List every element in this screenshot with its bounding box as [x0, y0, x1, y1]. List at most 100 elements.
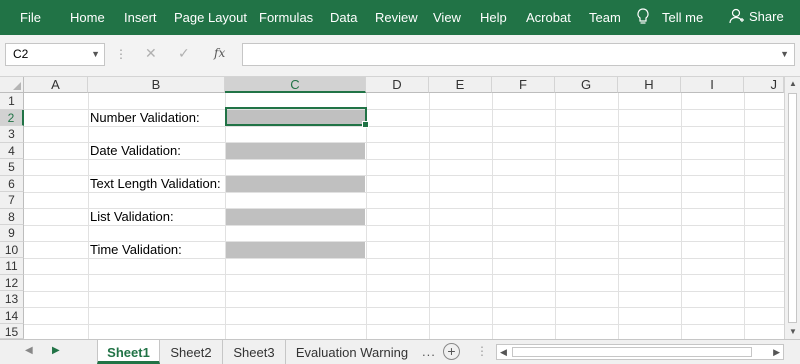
- gridline: [492, 93, 493, 339]
- column-header-e[interactable]: E: [429, 77, 492, 93]
- sheet-tab-sheet2[interactable]: Sheet2: [160, 340, 223, 364]
- sheet-tab-sheet3[interactable]: Sheet3: [223, 340, 286, 364]
- ribbon-tab-acrobat[interactable]: Acrobat: [526, 10, 571, 25]
- gridline: [24, 290, 784, 292]
- ribbon-tab-insert[interactable]: Insert: [124, 10, 157, 25]
- horizontal-scrollbar[interactable]: ◀ ▶: [496, 344, 784, 360]
- cell-b4[interactable]: Date Validation:: [90, 143, 181, 158]
- gridline: [24, 125, 784, 127]
- ribbon-tab-bar: File Home Insert Page Layout Formulas Da…: [0, 0, 800, 35]
- column-header-c[interactable]: C: [225, 77, 366, 93]
- person-icon: [729, 8, 745, 24]
- sheet-tab-evaluation-warning[interactable]: Evaluation Warning: [286, 340, 418, 364]
- insert-function-button[interactable]: fx: [214, 46, 225, 60]
- vertical-scroll-thumb[interactable]: [788, 93, 797, 323]
- gridline: [88, 93, 89, 339]
- gridline: [24, 158, 784, 160]
- enter-icon[interactable]: ✓: [178, 45, 190, 62]
- cell-b6[interactable]: Text Length Validation:: [90, 176, 221, 191]
- row-header-11[interactable]: 11: [0, 258, 24, 275]
- gridline: [744, 93, 745, 339]
- scroll-down-icon[interactable]: ▼: [789, 327, 797, 336]
- active-cell-selection[interactable]: [225, 107, 369, 128]
- cancel-icon[interactable]: ✕: [145, 45, 157, 62]
- column-header-f[interactable]: F: [492, 77, 555, 93]
- chevron-down-icon[interactable]: ▼: [91, 49, 100, 59]
- share-label: Share: [749, 8, 784, 24]
- gridline: [24, 224, 784, 226]
- row-header-13[interactable]: 13: [0, 291, 24, 308]
- add-sheet-button[interactable]: +: [443, 343, 460, 360]
- vertical-dots-icon[interactable]: ⋮: [476, 344, 488, 358]
- gridline: [24, 191, 784, 193]
- row-header-3[interactable]: 3: [0, 126, 24, 143]
- scroll-up-icon[interactable]: ▲: [789, 79, 797, 88]
- ribbon-tab-team[interactable]: Team: [589, 10, 621, 25]
- column-header-b[interactable]: B: [88, 77, 225, 93]
- row-header-4[interactable]: 4: [0, 142, 24, 159]
- cell-b2[interactable]: Number Validation:: [90, 110, 200, 125]
- gridline: [24, 257, 784, 259]
- ribbon-tab-home[interactable]: Home: [70, 10, 105, 25]
- name-box-value: C2: [13, 47, 29, 61]
- cell-c4[interactable]: [226, 143, 365, 159]
- gridline: [366, 93, 367, 339]
- cell-c8[interactable]: [226, 209, 365, 225]
- column-header-h[interactable]: H: [618, 77, 681, 93]
- name-box[interactable]: C2 ▼: [5, 43, 105, 66]
- ribbon-tab-data[interactable]: Data: [330, 10, 357, 25]
- row-header-1[interactable]: 1: [0, 93, 24, 110]
- row-header-12[interactable]: 12: [0, 274, 24, 291]
- expand-formula-icon[interactable]: ▼: [780, 49, 789, 59]
- ribbon-tab-review[interactable]: Review: [375, 10, 418, 25]
- cell-b8[interactable]: List Validation:: [90, 209, 174, 224]
- share-button[interactable]: Share: [729, 8, 784, 24]
- tell-me-box[interactable]: Tell me: [636, 8, 703, 26]
- more-sheets-button[interactable]: ...: [422, 344, 436, 359]
- scroll-tabs-left-icon[interactable]: ◀: [25, 345, 33, 356]
- scroll-tabs-right-icon[interactable]: ▶: [52, 345, 60, 356]
- row-header-7[interactable]: 7: [0, 192, 24, 209]
- ribbon-tab-page-layout[interactable]: Page Layout: [174, 10, 247, 25]
- row-header-6[interactable]: 6: [0, 175, 24, 192]
- row-header-5[interactable]: 5: [0, 159, 24, 176]
- cell-c6[interactable]: [226, 176, 365, 192]
- ribbon-tab-view[interactable]: View: [433, 10, 461, 25]
- row-header-8[interactable]: 8: [0, 208, 24, 225]
- sheet-tab-sheet1[interactable]: Sheet1: [97, 340, 160, 364]
- vertical-dots-icon: ⋮: [115, 47, 127, 61]
- ribbon-tab-formulas[interactable]: Formulas: [259, 10, 313, 25]
- column-header-g[interactable]: G: [555, 77, 618, 93]
- ribbon-tab-help[interactable]: Help: [480, 10, 507, 25]
- gridline: [24, 274, 784, 275]
- formula-input[interactable]: ▼: [242, 43, 795, 66]
- column-header-i[interactable]: I: [681, 77, 744, 93]
- gridline: [555, 93, 556, 339]
- tell-me-label: Tell me: [662, 9, 704, 25]
- row-header-10[interactable]: 10: [0, 241, 24, 258]
- gridline: [24, 323, 784, 325]
- cell-c10[interactable]: [226, 242, 365, 258]
- lightbulb-icon: [636, 8, 650, 26]
- gridline: [429, 93, 430, 339]
- select-all-button[interactable]: [0, 77, 24, 93]
- formula-bar: C2 ▼ ⋮ ✕ ✓ fx ▼: [0, 35, 800, 77]
- row-header-2[interactable]: 2: [0, 109, 24, 126]
- spreadsheet-grid[interactable]: A B C D E F G H I J 1 2 3 4 5 6 7 8 9 10…: [0, 77, 800, 339]
- column-header-a[interactable]: A: [24, 77, 88, 93]
- scroll-right-icon[interactable]: ▶: [773, 347, 780, 358]
- column-header-j[interactable]: J: [744, 77, 784, 93]
- row-header-9[interactable]: 9: [0, 225, 24, 242]
- cell-b10[interactable]: Time Validation:: [90, 242, 182, 257]
- horizontal-scroll-thumb[interactable]: [512, 347, 752, 357]
- gridline: [681, 93, 682, 339]
- sheet-tab-bar: ◀ ▶ Sheet1 Sheet2 Sheet3 Evaluation Warn…: [0, 339, 800, 364]
- vertical-scrollbar[interactable]: ▲ ▼: [784, 77, 800, 339]
- scroll-left-icon[interactable]: ◀: [500, 347, 507, 358]
- ribbon-tab-file[interactable]: File: [20, 10, 41, 25]
- row-header-15[interactable]: 15: [0, 324, 24, 339]
- row-header-14[interactable]: 14: [0, 307, 24, 324]
- gridline: [618, 93, 619, 339]
- column-header-d[interactable]: D: [366, 77, 429, 93]
- gridline: [24, 307, 784, 308]
